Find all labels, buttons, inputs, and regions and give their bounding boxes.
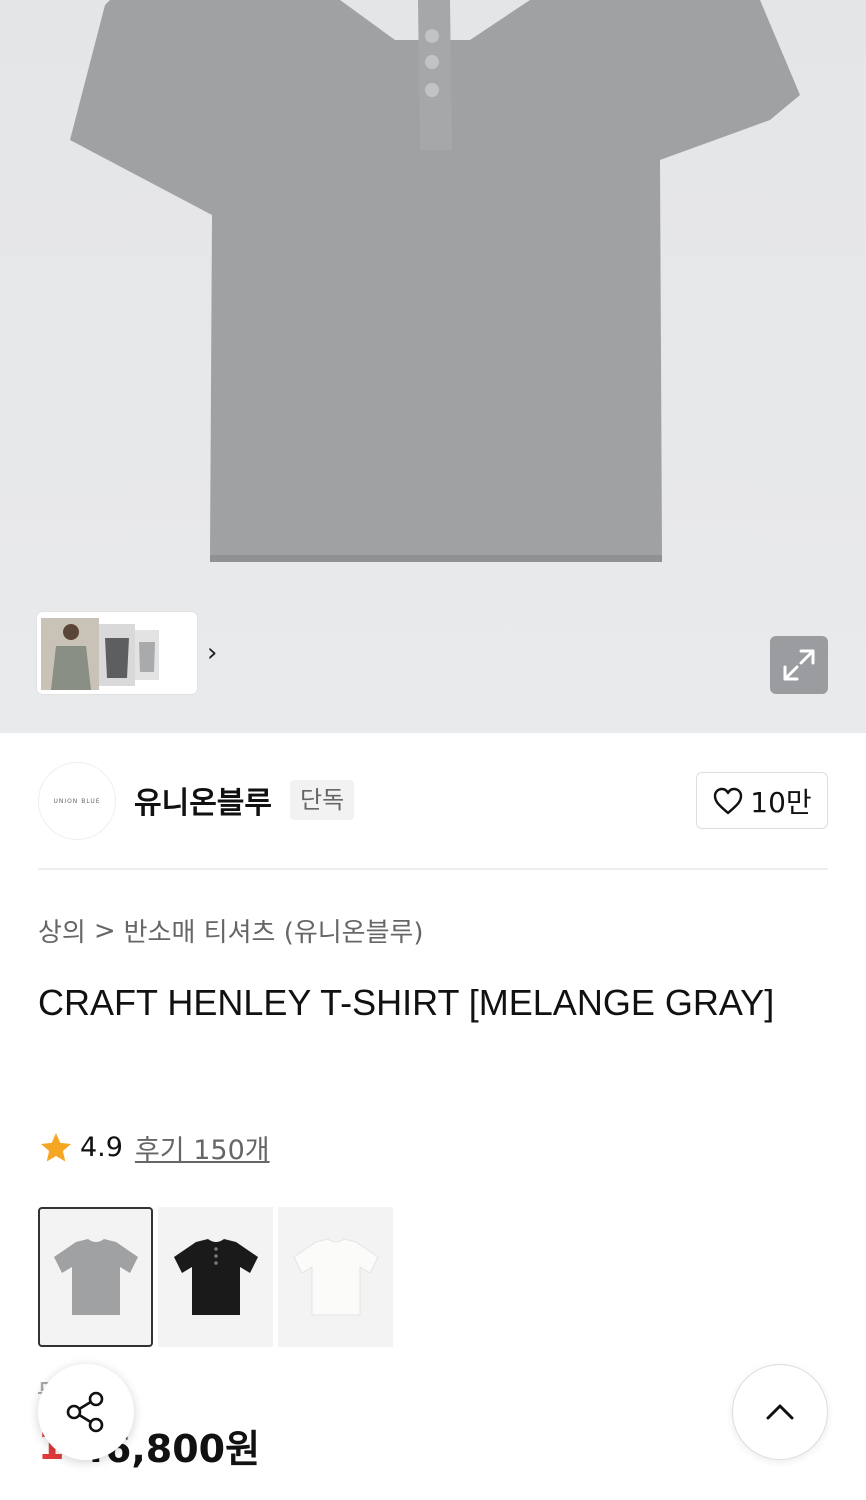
product-title: CRAFT HENLEY T-SHIRT [MELANGE GRAY]	[38, 982, 775, 1023]
section-divider	[38, 868, 828, 870]
expand-icon	[783, 649, 815, 681]
thumbnail-images	[41, 618, 159, 690]
brand-logo[interactable]: UNION BLUE	[38, 762, 116, 840]
breadcrumb-separator: >	[93, 915, 116, 946]
image-thumbnail-strip[interactable]: ›	[37, 612, 217, 694]
reviews-link[interactable]: 후기 150개	[135, 1128, 270, 1167]
expand-button[interactable]	[770, 636, 828, 694]
breadcrumb: 상의 > 반소매 티셔츠 (유니온블루)	[38, 912, 424, 949]
breadcrumb-category[interactable]: 상의	[38, 912, 86, 949]
scroll-top-button[interactable]	[732, 1364, 828, 1460]
share-icon	[66, 1391, 104, 1433]
brand-name[interactable]: 유니온블루	[134, 778, 272, 822]
tshirt-icon	[53, 1239, 138, 1315]
heart-icon	[714, 787, 743, 814]
swatch-white[interactable]	[278, 1207, 393, 1347]
tshirt-icon	[173, 1239, 258, 1315]
product-main-image[interactable]: ›	[0, 0, 866, 733]
exclusive-badge: 단독	[290, 780, 355, 820]
chevron-up-icon	[766, 1404, 794, 1420]
swatch-black[interactable]	[158, 1207, 273, 1347]
rating-row: 4.9 후기 150개	[38, 1128, 270, 1167]
like-count: 10만	[750, 785, 812, 819]
share-button[interactable]	[38, 1364, 134, 1460]
swatch-melange-gray[interactable]	[38, 1207, 153, 1347]
rating-value: 4.9	[80, 1132, 123, 1163]
star-icon	[41, 1132, 71, 1161]
chevron-right-icon[interactable]: ›	[207, 638, 217, 668]
breadcrumb-subcategory[interactable]: 반소매 티셔츠 (유니온블루)	[124, 912, 424, 949]
brand-logo-text: UNION BLUE	[53, 797, 101, 805]
tshirt-icon	[292, 1238, 379, 1316]
color-swatches	[38, 1207, 393, 1347]
like-button[interactable]: 10만	[696, 772, 828, 829]
